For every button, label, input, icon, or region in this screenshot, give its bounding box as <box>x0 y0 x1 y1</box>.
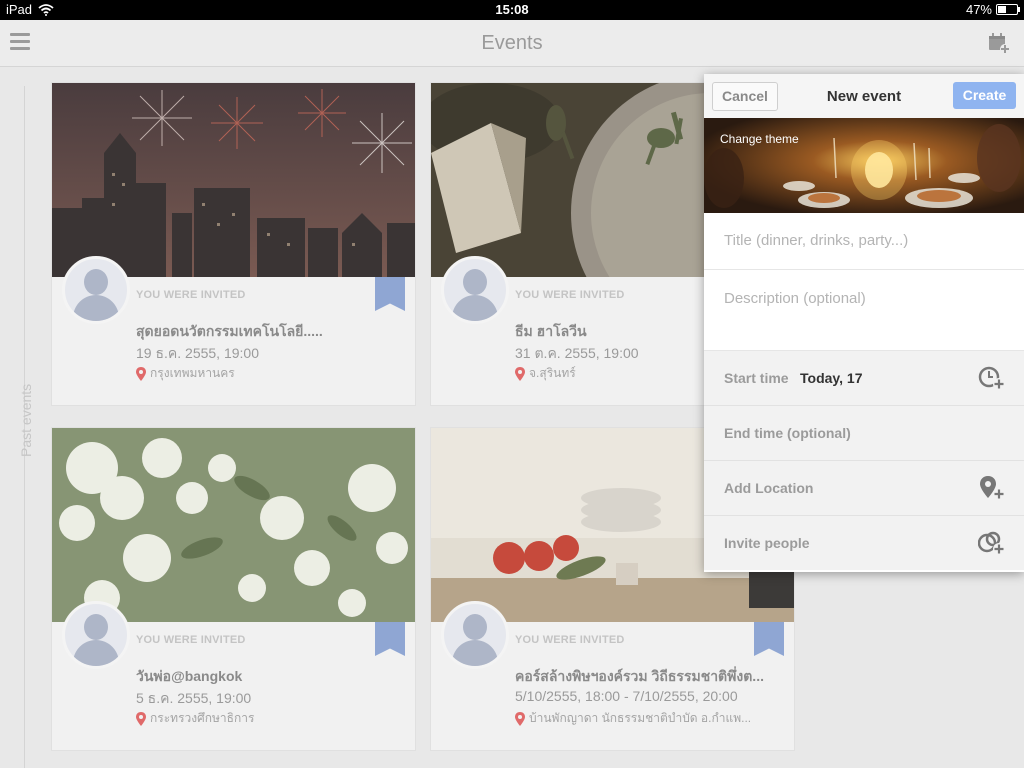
event-location-text: จ.สุรินทร์ <box>529 366 576 380</box>
status-bar: iPad 15:08 47% <box>0 0 1024 20</box>
location-pin-icon <box>136 711 146 726</box>
popover-header: Cancel New event Create <box>704 74 1024 118</box>
add-calendar-icon[interactable] <box>988 32 1010 54</box>
invited-label: YOU WERE INVITED <box>136 289 246 301</box>
clock-add-icon[interactable] <box>978 365 1006 391</box>
change-theme-label[interactable]: Change theme <box>720 132 799 146</box>
avatar-placeholder-icon <box>441 601 509 669</box>
avatar-placeholder-icon <box>441 256 509 324</box>
clock: 15:08 <box>495 2 529 17</box>
event-date: 31 ต.ค. 2555, 19:00 <box>515 345 639 361</box>
page-title: Events <box>481 32 543 54</box>
theme-image[interactable]: Change theme <box>704 118 1024 213</box>
end-time-row[interactable]: End time (optional) <box>704 406 1024 461</box>
start-time-label: Start time <box>724 370 789 386</box>
event-date: 19 ธ.ค. 2555, 19:00 <box>136 345 259 361</box>
title-input[interactable]: Title (dinner, drinks, party...) <box>704 213 1024 270</box>
past-events-label[interactable]: Past events <box>18 384 34 457</box>
event-title: คอร์สล้างพิษฯองค์รวม วิถีธรรมชาติพึ่งต..… <box>515 668 764 684</box>
new-event-popover: Cancel New event Create Change theme Tit… <box>704 74 1024 572</box>
avatar-placeholder-icon <box>62 601 130 669</box>
event-location: กรุงเทพมหานคร <box>136 364 235 383</box>
event-location: บ้านพักญาดา นักธรรมชาติบำบัด อ.กำแพ... <box>515 709 751 728</box>
description-placeholder: Description (optional) <box>724 290 866 307</box>
bookmark-ribbon-icon[interactable] <box>754 622 784 656</box>
bookmark-ribbon-icon[interactable] <box>375 277 405 311</box>
end-time-label: End time (optional) <box>724 425 851 441</box>
event-location: จ.สุรินทร์ <box>515 364 576 383</box>
battery-icon <box>996 4 1020 15</box>
add-location-label: Add Location <box>724 480 814 496</box>
location-add-icon[interactable] <box>978 475 1006 501</box>
bookmark-ribbon-icon[interactable] <box>375 622 405 656</box>
start-time-value: Today, 17 <box>800 370 863 386</box>
people-add-icon[interactable] <box>978 530 1006 556</box>
invite-people-row[interactable]: Invite people <box>704 516 1024 570</box>
event-location-text: กระทรวงศึกษาธิการ <box>150 711 255 725</box>
nav-bar: Events <box>0 20 1024 67</box>
location-pin-icon <box>136 366 146 381</box>
event-date: 5/10/2555, 18:00 - 7/10/2555, 20:00 <box>515 688 738 704</box>
event-location-text: กรุงเทพมหานคร <box>150 366 235 380</box>
avatar-placeholder-icon <box>62 256 130 324</box>
event-photo <box>52 428 415 622</box>
event-photo <box>52 83 415 277</box>
create-button[interactable]: Create <box>953 82 1016 109</box>
add-location-row[interactable]: Add Location <box>704 461 1024 516</box>
description-input[interactable]: Description (optional) <box>704 270 1024 351</box>
invited-label: YOU WERE INVITED <box>515 634 625 646</box>
event-card[interactable]: YOU WERE INVITED สุดยอดนวัตกรรมเทคโนโลยี… <box>52 83 415 405</box>
location-pin-icon <box>515 711 525 726</box>
location-pin-icon <box>515 366 525 381</box>
event-title: สุดยอดนวัตกรรมเทคโนโลยี..... <box>136 323 323 339</box>
event-location: กระทรวงศึกษาธิการ <box>136 709 254 728</box>
invite-people-label: Invite people <box>724 535 810 551</box>
title-placeholder: Title (dinner, drinks, party...) <box>724 232 909 249</box>
invited-label: YOU WERE INVITED <box>136 634 246 646</box>
event-date: 5 ธ.ค. 2555, 19:00 <box>136 690 252 706</box>
start-time-row[interactable]: Start time Today, 17 <box>704 351 1024 406</box>
battery-percent: 47% <box>965 2 992 17</box>
event-title: ธีม ฮาโลวีน <box>515 323 587 339</box>
event-card[interactable]: YOU WERE INVITED วันพ่อ@bangkok 5 ธ.ค. 2… <box>52 428 415 750</box>
event-location-text: บ้านพักญาดา นักธรรมชาติบำบัด อ.กำแพ... <box>529 711 752 725</box>
invited-label: YOU WERE INVITED <box>515 289 625 301</box>
event-title: วันพ่อ@bangkok <box>136 668 243 684</box>
